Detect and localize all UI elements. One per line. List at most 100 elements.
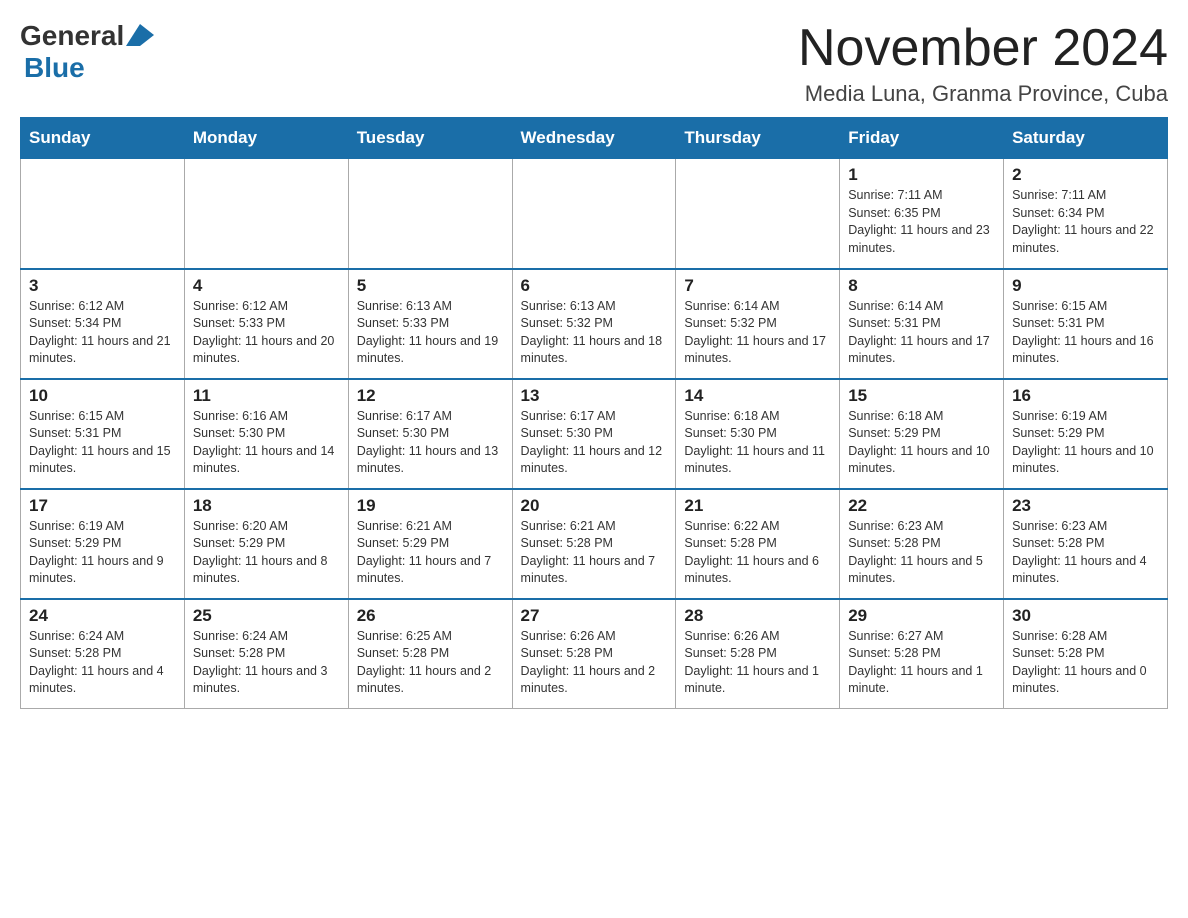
- calendar-cell: 2Sunrise: 7:11 AMSunset: 6:34 PMDaylight…: [1004, 159, 1168, 269]
- day-number: 4: [193, 276, 340, 296]
- day-info: Sunrise: 6:27 AMSunset: 5:28 PMDaylight:…: [848, 628, 995, 698]
- day-number: 16: [1012, 386, 1159, 406]
- calendar-cell: 19Sunrise: 6:21 AMSunset: 5:29 PMDayligh…: [348, 489, 512, 599]
- calendar-week-row: 17Sunrise: 6:19 AMSunset: 5:29 PMDayligh…: [21, 489, 1168, 599]
- calendar-cell: 13Sunrise: 6:17 AMSunset: 5:30 PMDayligh…: [512, 379, 676, 489]
- calendar-table: SundayMondayTuesdayWednesdayThursdayFrid…: [20, 117, 1168, 709]
- day-info: Sunrise: 6:15 AMSunset: 5:31 PMDaylight:…: [1012, 298, 1159, 368]
- day-number: 25: [193, 606, 340, 626]
- day-number: 29: [848, 606, 995, 626]
- location-subtitle: Media Luna, Granma Province, Cuba: [798, 81, 1168, 107]
- day-info: Sunrise: 6:24 AMSunset: 5:28 PMDaylight:…: [193, 628, 340, 698]
- calendar-week-row: 1Sunrise: 7:11 AMSunset: 6:35 PMDaylight…: [21, 159, 1168, 269]
- calendar-cell: [348, 159, 512, 269]
- calendar-cell: 7Sunrise: 6:14 AMSunset: 5:32 PMDaylight…: [676, 269, 840, 379]
- day-number: 9: [1012, 276, 1159, 296]
- day-number: 26: [357, 606, 504, 626]
- day-number: 28: [684, 606, 831, 626]
- calendar-cell: 16Sunrise: 6:19 AMSunset: 5:29 PMDayligh…: [1004, 379, 1168, 489]
- day-number: 2: [1012, 165, 1159, 185]
- day-number: 22: [848, 496, 995, 516]
- calendar-cell: [184, 159, 348, 269]
- day-info: Sunrise: 6:25 AMSunset: 5:28 PMDaylight:…: [357, 628, 504, 698]
- day-info: Sunrise: 6:13 AMSunset: 5:33 PMDaylight:…: [357, 298, 504, 368]
- day-info: Sunrise: 6:21 AMSunset: 5:28 PMDaylight:…: [521, 518, 668, 588]
- calendar-cell: 24Sunrise: 6:24 AMSunset: 5:28 PMDayligh…: [21, 599, 185, 709]
- calendar-cell: 9Sunrise: 6:15 AMSunset: 5:31 PMDaylight…: [1004, 269, 1168, 379]
- calendar-cell: 30Sunrise: 6:28 AMSunset: 5:28 PMDayligh…: [1004, 599, 1168, 709]
- calendar-cell: 20Sunrise: 6:21 AMSunset: 5:28 PMDayligh…: [512, 489, 676, 599]
- day-info: Sunrise: 6:22 AMSunset: 5:28 PMDaylight:…: [684, 518, 831, 588]
- day-info: Sunrise: 6:26 AMSunset: 5:28 PMDaylight:…: [684, 628, 831, 698]
- day-number: 3: [29, 276, 176, 296]
- calendar-cell: 17Sunrise: 6:19 AMSunset: 5:29 PMDayligh…: [21, 489, 185, 599]
- day-number: 10: [29, 386, 176, 406]
- day-number: 19: [357, 496, 504, 516]
- calendar-cell: 27Sunrise: 6:26 AMSunset: 5:28 PMDayligh…: [512, 599, 676, 709]
- day-info: Sunrise: 6:19 AMSunset: 5:29 PMDaylight:…: [1012, 408, 1159, 478]
- day-number: 8: [848, 276, 995, 296]
- day-info: Sunrise: 6:26 AMSunset: 5:28 PMDaylight:…: [521, 628, 668, 698]
- day-info: Sunrise: 6:17 AMSunset: 5:30 PMDaylight:…: [521, 408, 668, 478]
- month-title: November 2024: [798, 20, 1168, 77]
- calendar-cell: 4Sunrise: 6:12 AMSunset: 5:33 PMDaylight…: [184, 269, 348, 379]
- day-number: 27: [521, 606, 668, 626]
- calendar-cell: 6Sunrise: 6:13 AMSunset: 5:32 PMDaylight…: [512, 269, 676, 379]
- day-info: Sunrise: 6:21 AMSunset: 5:29 PMDaylight:…: [357, 518, 504, 588]
- calendar-cell: 21Sunrise: 6:22 AMSunset: 5:28 PMDayligh…: [676, 489, 840, 599]
- day-info: Sunrise: 6:19 AMSunset: 5:29 PMDaylight:…: [29, 518, 176, 588]
- day-number: 13: [521, 386, 668, 406]
- weekday-header-saturday: Saturday: [1004, 118, 1168, 159]
- calendar-cell: 11Sunrise: 6:16 AMSunset: 5:30 PMDayligh…: [184, 379, 348, 489]
- day-info: Sunrise: 6:23 AMSunset: 5:28 PMDaylight:…: [848, 518, 995, 588]
- title-area: November 2024 Media Luna, Granma Provinc…: [798, 20, 1168, 107]
- logo-arrow-icon: [140, 24, 154, 46]
- calendar-week-row: 3Sunrise: 6:12 AMSunset: 5:34 PMDaylight…: [21, 269, 1168, 379]
- calendar-cell: [676, 159, 840, 269]
- weekday-header-row: SundayMondayTuesdayWednesdayThursdayFrid…: [21, 118, 1168, 159]
- day-info: Sunrise: 6:20 AMSunset: 5:29 PMDaylight:…: [193, 518, 340, 588]
- calendar-cell: 5Sunrise: 6:13 AMSunset: 5:33 PMDaylight…: [348, 269, 512, 379]
- day-number: 7: [684, 276, 831, 296]
- calendar-week-row: 10Sunrise: 6:15 AMSunset: 5:31 PMDayligh…: [21, 379, 1168, 489]
- day-info: Sunrise: 6:12 AMSunset: 5:34 PMDaylight:…: [29, 298, 176, 368]
- weekday-header-wednesday: Wednesday: [512, 118, 676, 159]
- day-info: Sunrise: 6:13 AMSunset: 5:32 PMDaylight:…: [521, 298, 668, 368]
- day-number: 1: [848, 165, 995, 185]
- logo: General Blue: [20, 20, 154, 84]
- calendar-cell: 12Sunrise: 6:17 AMSunset: 5:30 PMDayligh…: [348, 379, 512, 489]
- day-info: Sunrise: 6:24 AMSunset: 5:28 PMDaylight:…: [29, 628, 176, 698]
- day-info: Sunrise: 6:28 AMSunset: 5:28 PMDaylight:…: [1012, 628, 1159, 698]
- calendar-cell: [512, 159, 676, 269]
- day-info: Sunrise: 6:12 AMSunset: 5:33 PMDaylight:…: [193, 298, 340, 368]
- day-number: 15: [848, 386, 995, 406]
- day-info: Sunrise: 6:18 AMSunset: 5:29 PMDaylight:…: [848, 408, 995, 478]
- day-number: 6: [521, 276, 668, 296]
- day-number: 21: [684, 496, 831, 516]
- calendar-cell: 23Sunrise: 6:23 AMSunset: 5:28 PMDayligh…: [1004, 489, 1168, 599]
- day-number: 12: [357, 386, 504, 406]
- day-info: Sunrise: 7:11 AMSunset: 6:34 PMDaylight:…: [1012, 187, 1159, 257]
- day-info: Sunrise: 6:14 AMSunset: 5:31 PMDaylight:…: [848, 298, 995, 368]
- page-header: General Blue November 2024 Media Luna, G…: [20, 20, 1168, 107]
- weekday-header-sunday: Sunday: [21, 118, 185, 159]
- calendar-cell: 15Sunrise: 6:18 AMSunset: 5:29 PMDayligh…: [840, 379, 1004, 489]
- weekday-header-monday: Monday: [184, 118, 348, 159]
- day-number: 23: [1012, 496, 1159, 516]
- day-number: 30: [1012, 606, 1159, 626]
- day-number: 17: [29, 496, 176, 516]
- calendar-cell: 29Sunrise: 6:27 AMSunset: 5:28 PMDayligh…: [840, 599, 1004, 709]
- day-info: Sunrise: 6:23 AMSunset: 5:28 PMDaylight:…: [1012, 518, 1159, 588]
- calendar-cell: 3Sunrise: 6:12 AMSunset: 5:34 PMDaylight…: [21, 269, 185, 379]
- day-info: Sunrise: 6:16 AMSunset: 5:30 PMDaylight:…: [193, 408, 340, 478]
- day-number: 14: [684, 386, 831, 406]
- day-number: 18: [193, 496, 340, 516]
- day-number: 20: [521, 496, 668, 516]
- calendar-cell: [21, 159, 185, 269]
- day-info: Sunrise: 6:15 AMSunset: 5:31 PMDaylight:…: [29, 408, 176, 478]
- weekday-header-tuesday: Tuesday: [348, 118, 512, 159]
- day-info: Sunrise: 6:17 AMSunset: 5:30 PMDaylight:…: [357, 408, 504, 478]
- calendar-cell: 22Sunrise: 6:23 AMSunset: 5:28 PMDayligh…: [840, 489, 1004, 599]
- calendar-cell: 18Sunrise: 6:20 AMSunset: 5:29 PMDayligh…: [184, 489, 348, 599]
- day-number: 24: [29, 606, 176, 626]
